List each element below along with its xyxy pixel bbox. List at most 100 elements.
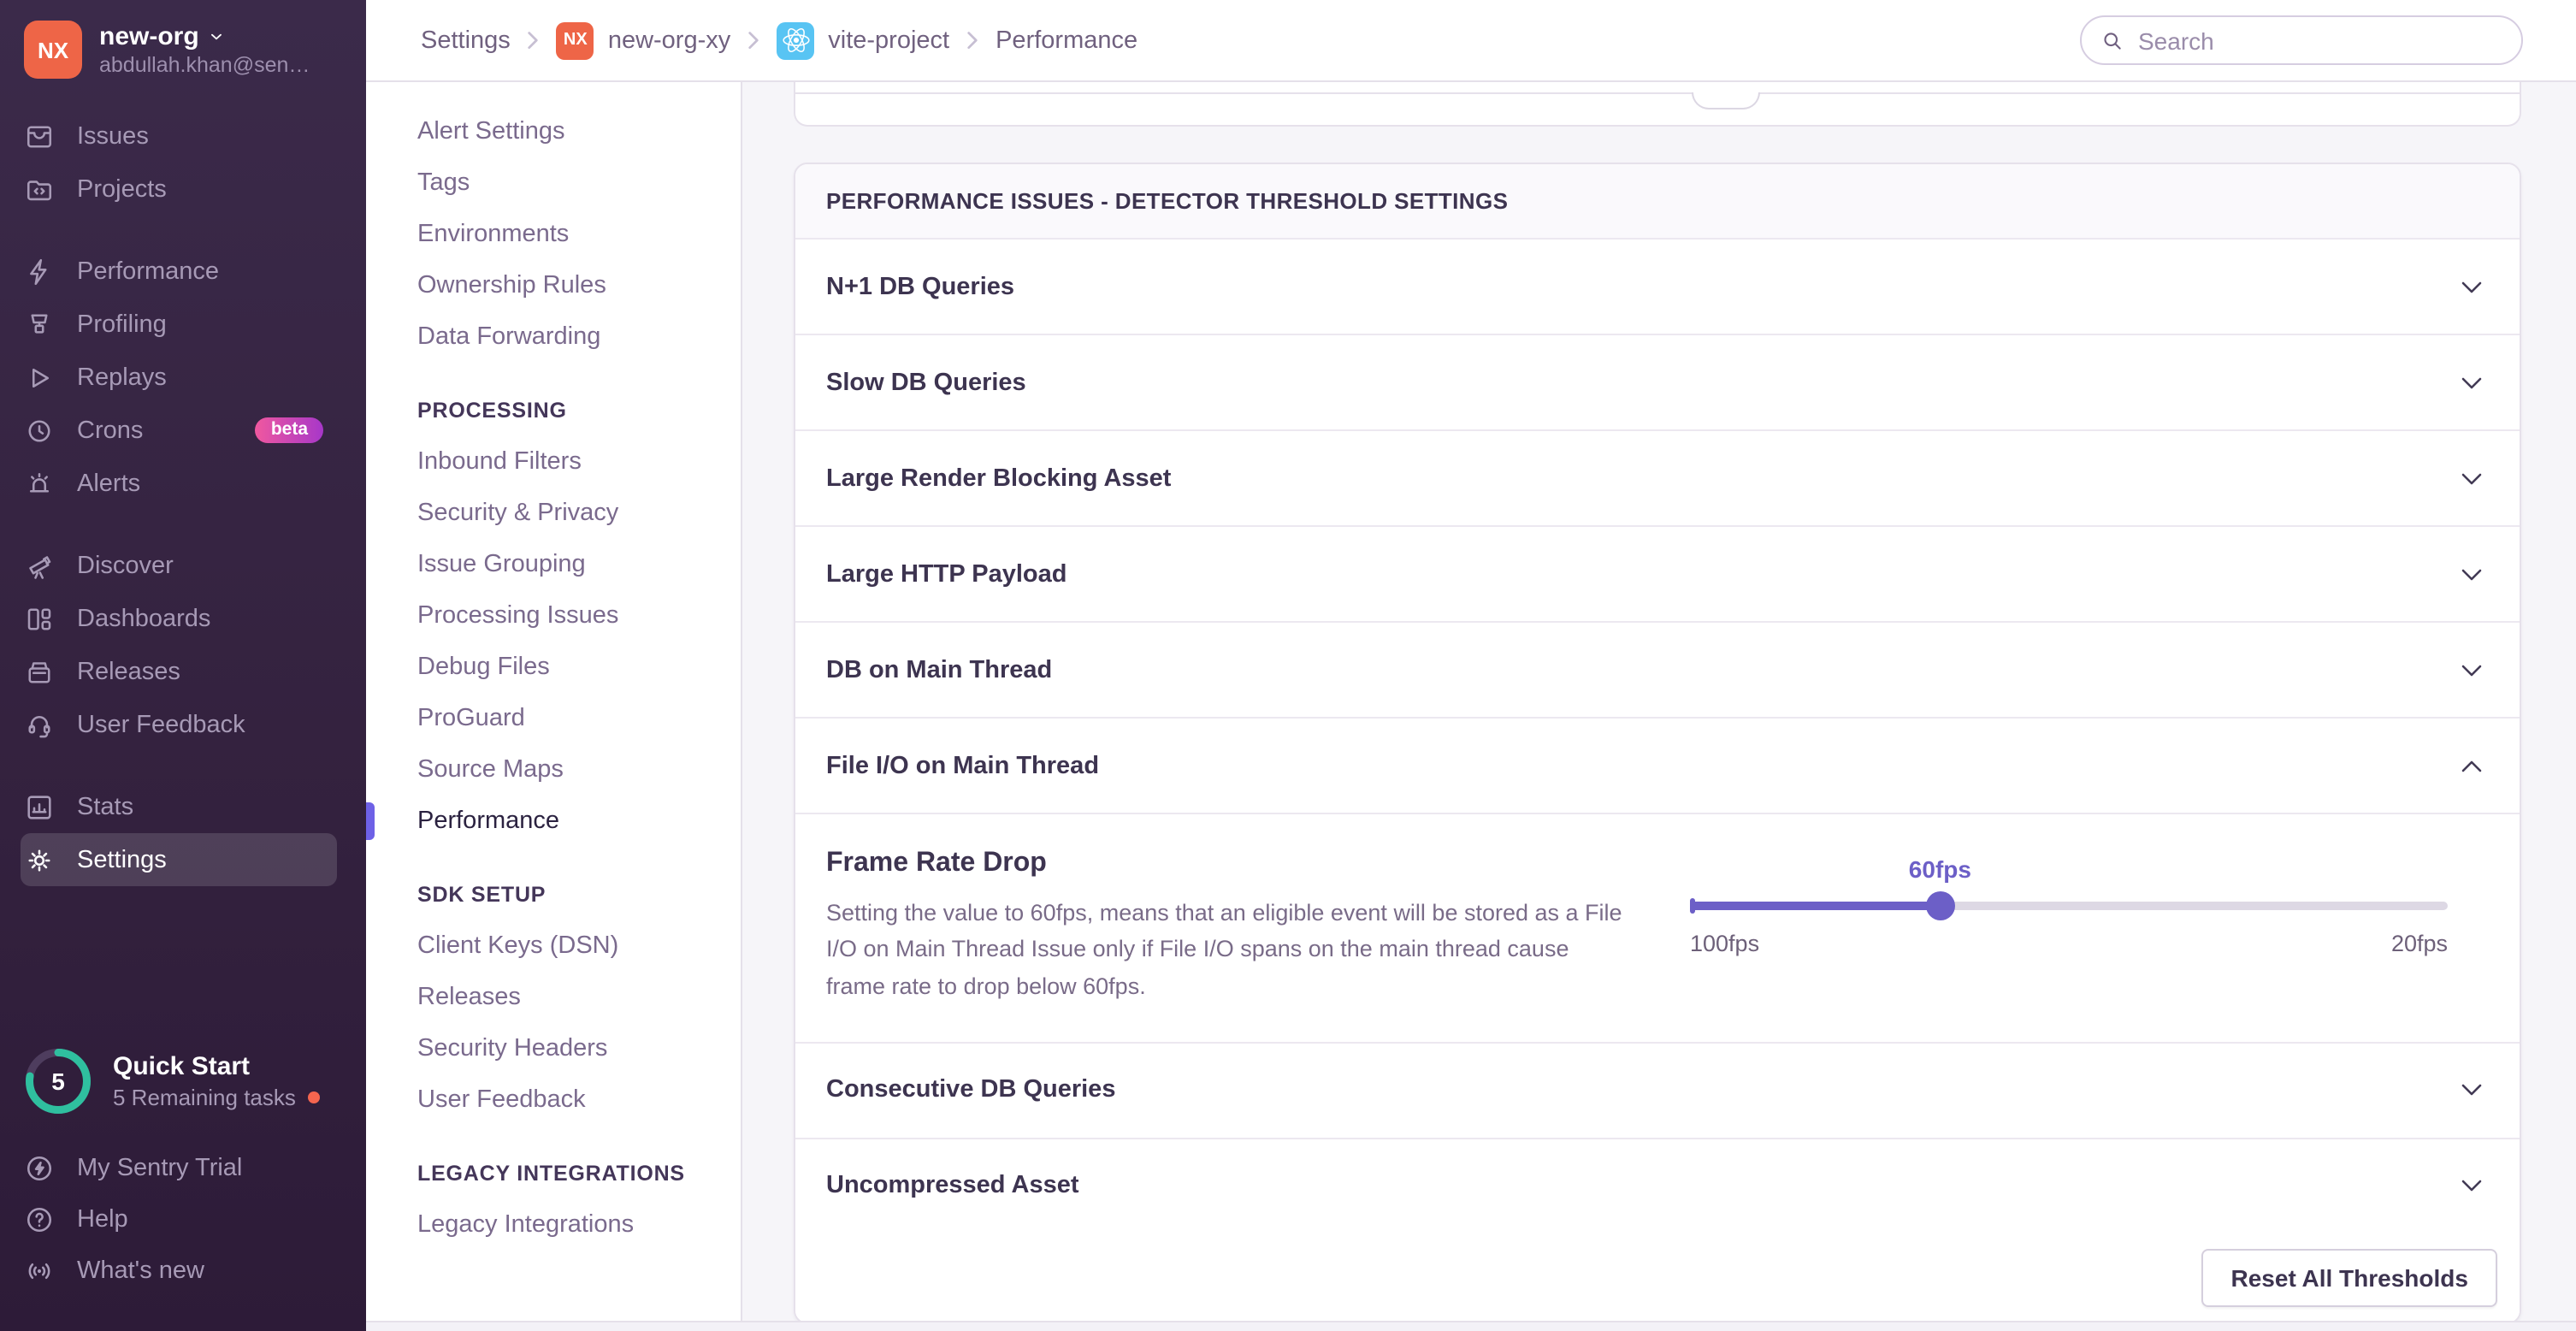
sidebar-item-label: Settings bbox=[77, 846, 167, 873]
sidebar-item-label: Replays bbox=[77, 364, 167, 391]
org-avatar: NX bbox=[24, 21, 82, 79]
reset-all-thresholds-button[interactable]: Reset All Thresholds bbox=[2202, 1249, 2498, 1307]
nav-group: Discover Dashboards ReleasesUser Feedback bbox=[0, 539, 366, 751]
settings-nav-item-releases[interactable]: Releases bbox=[366, 972, 741, 1023]
detector-label: Slow DB Queries bbox=[826, 369, 1026, 396]
sidebar-item-label: Crons bbox=[77, 417, 143, 444]
settings-nav-item-tags[interactable]: Tags bbox=[366, 157, 741, 209]
detector-row-slow-db-queries[interactable]: Slow DB Queries bbox=[795, 334, 2520, 429]
quick-start-widget[interactable]: 5 Quick Start 5 Remaining tasks bbox=[0, 1047, 366, 1115]
sidebar-item-projects[interactable]: Projects bbox=[0, 163, 366, 216]
chevron-down-icon bbox=[208, 27, 227, 46]
breadcrumb-new-org-xy[interactable]: NXnew-org-xy bbox=[557, 21, 730, 59]
sidebar-item-discover[interactable]: Discover bbox=[0, 539, 366, 592]
profiling-icon bbox=[24, 309, 55, 340]
whats-new-icon bbox=[24, 1256, 55, 1287]
breadcrumb-label: new-org-xy bbox=[608, 27, 730, 54]
settings-nav-item-legacy-integrations[interactable]: Legacy Integrations bbox=[366, 1199, 741, 1251]
search-box[interactable] bbox=[2080, 15, 2523, 65]
chevron-down-icon bbox=[2458, 464, 2485, 492]
primary-nav: Issues Projects Performance Profiling Replay… bbox=[0, 109, 366, 886]
settings-nav-item-client-keys-dsn-[interactable]: Client Keys (DSN) bbox=[366, 920, 741, 972]
detector-label: Consecutive DB Queries bbox=[826, 1077, 1115, 1104]
sidebar-item-label: Profiling bbox=[77, 311, 167, 338]
settings-nav-item-environments[interactable]: Environments bbox=[366, 209, 741, 260]
bottom-strip bbox=[366, 1321, 2576, 1331]
sidebar-item-releases[interactable]: Releases bbox=[0, 645, 366, 698]
sidebar-item-label: Dashboards bbox=[77, 605, 210, 632]
nav-group: Performance Profiling Replays CronsbetaAler… bbox=[0, 245, 366, 510]
sidebar-item-crons[interactable]: Cronsbeta bbox=[0, 404, 366, 457]
breadcrumb-vite-project[interactable]: vite-project bbox=[777, 21, 949, 59]
settings-nav-item-alert-settings[interactable]: Alert Settings bbox=[366, 106, 741, 157]
settings-nav-item-debug-files[interactable]: Debug Files bbox=[366, 642, 741, 693]
search-input[interactable] bbox=[2135, 25, 2502, 56]
settings-nav-item-data-forwarding[interactable]: Data Forwarding bbox=[366, 311, 741, 363]
detector-row-large-render-blocking-asset[interactable]: Large Render Blocking Asset bbox=[795, 429, 2520, 525]
chevron-down-icon bbox=[2458, 273, 2485, 300]
sidebar-item-replays[interactable]: Replays bbox=[0, 351, 366, 404]
settings-nav-item-source-maps[interactable]: Source Maps bbox=[366, 744, 741, 796]
slider-max-label: 20fps bbox=[2391, 931, 2448, 956]
settings-nav-item-security-privacy[interactable]: Security & Privacy bbox=[366, 488, 741, 539]
nav-group: Issues Projects bbox=[0, 109, 366, 216]
frame-rate-slider[interactable]: 60fps 100fps 20fps bbox=[1690, 855, 2448, 955]
sidebar-item-label: Projects bbox=[77, 175, 167, 203]
detector-row-large-http-payload[interactable]: Large HTTP Payload bbox=[795, 525, 2520, 621]
alert-dot bbox=[308, 1091, 320, 1103]
detector-label: DB on Main Thread bbox=[826, 656, 1052, 683]
settings-nav-item-inbound-filters[interactable]: Inbound Filters bbox=[366, 436, 741, 488]
slider-handle[interactable] bbox=[1925, 891, 1954, 920]
chevron-down-icon bbox=[2458, 560, 2485, 588]
settings-nav-item-security-headers[interactable]: Security Headers bbox=[366, 1023, 741, 1074]
alerts-icon bbox=[24, 468, 55, 499]
detector-row-n-1-db-queries[interactable]: N+1 DB Queries bbox=[795, 240, 2520, 334]
detector-label: File I/O on Main Thread bbox=[826, 752, 1099, 779]
settings-nav-item-ownership-rules[interactable]: Ownership Rules bbox=[366, 260, 741, 311]
user-feedback-icon bbox=[24, 709, 55, 740]
sidebar-footer-help[interactable]: Help bbox=[0, 1194, 366, 1245]
quick-start-progress-ring: 5 bbox=[24, 1047, 92, 1115]
sidebar-item-user-feedback[interactable]: User Feedback bbox=[0, 698, 366, 751]
search-icon bbox=[2100, 28, 2124, 52]
breadcrumb-performance[interactable]: Performance bbox=[996, 27, 1137, 54]
settings-nav-item-performance[interactable]: Performance bbox=[366, 796, 741, 847]
frame-rate-drop-section: Frame Rate Drop Setting the value to 60f… bbox=[795, 813, 2520, 1042]
sidebar-item-profiling[interactable]: Profiling bbox=[0, 298, 366, 351]
quick-start-subtitle: 5 Remaining tasks bbox=[113, 1082, 296, 1111]
sidebar-item-performance[interactable]: Performance bbox=[0, 245, 366, 298]
sidebar-item-label: Issues bbox=[77, 122, 149, 150]
top-header: Settings NXnew-org-xy vite-project Performa… bbox=[366, 0, 2576, 82]
detector-row-uncompressed-asset[interactable]: Uncompressed Asset bbox=[795, 1138, 2520, 1233]
sidebar-footer-my-sentry-trial[interactable]: My Sentry Trial bbox=[0, 1143, 366, 1194]
chevron-right-icon bbox=[966, 30, 978, 50]
settings-nav-item-user-feedback[interactable]: User Feedback bbox=[366, 1074, 741, 1126]
settings-nav-item-proguard[interactable]: ProGuard bbox=[366, 693, 741, 744]
breadcrumb-label: vite-project bbox=[828, 27, 949, 54]
discover-icon bbox=[24, 550, 55, 581]
sidebar-item-alerts[interactable]: Alerts bbox=[0, 457, 366, 510]
detector-row-consecutive-db-queries[interactable]: Consecutive DB Queries bbox=[795, 1042, 2520, 1138]
sidebar-item-settings[interactable]: Settings bbox=[0, 833, 366, 886]
sidebar-item-issues[interactable]: Issues bbox=[0, 109, 366, 163]
sidebar-footer-label: My Sentry Trial bbox=[77, 1155, 242, 1182]
settings-nav-item-issue-grouping[interactable]: Issue Grouping bbox=[366, 539, 741, 590]
detector-label: Uncompressed Asset bbox=[826, 1173, 1079, 1200]
detector-row-file-i-o-on-main-thread[interactable]: File I/O on Main Thread bbox=[795, 717, 2520, 813]
sidebar-item-label: Discover bbox=[77, 552, 174, 579]
quick-start-count: 5 bbox=[24, 1047, 92, 1115]
org-email: abdullah.khan@sen… bbox=[99, 52, 310, 78]
slider-min-label: 100fps bbox=[1690, 931, 1759, 956]
org-switcher[interactable]: NX new-org abdullah.khan@sen… bbox=[0, 0, 366, 96]
breadcrumb-label: Settings bbox=[421, 27, 511, 54]
settings-nav-item-processing-issues[interactable]: Processing Issues bbox=[366, 590, 741, 642]
sidebar-item-dashboards[interactable]: Dashboards bbox=[0, 592, 366, 645]
slider-start-cap bbox=[1690, 898, 1695, 914]
detector-row-db-on-main-thread[interactable]: DB on Main Thread bbox=[795, 621, 2520, 717]
help-icon bbox=[24, 1204, 55, 1235]
sidebar-footer-nav: My Sentry Trial HelpWhat's new bbox=[0, 1143, 366, 1297]
breadcrumb-settings[interactable]: Settings bbox=[421, 27, 511, 54]
sidebar-footer-what-s-new[interactable]: What's new bbox=[0, 1245, 366, 1297]
sidebar-item-stats[interactable]: Stats bbox=[0, 780, 366, 833]
settings-nav-heading: PROCESSING bbox=[366, 385, 741, 436]
